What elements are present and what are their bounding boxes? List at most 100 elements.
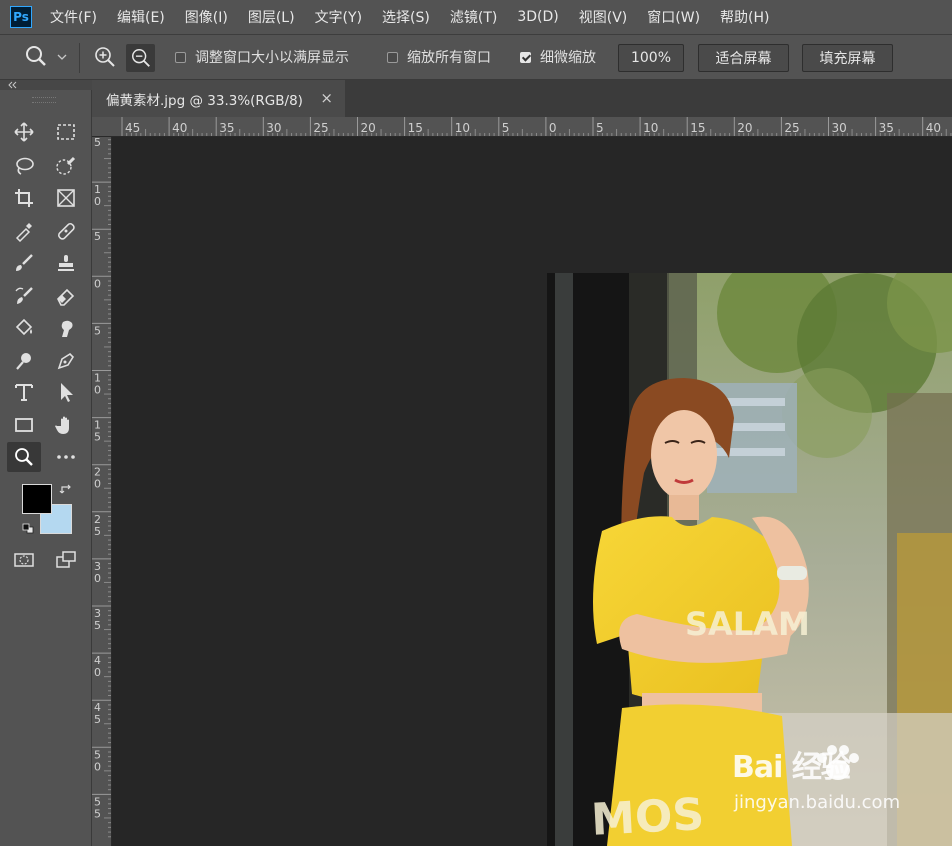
baidu-watermark: Bai 经验 jingyan.baidu.com xyxy=(732,742,952,832)
ruler-label: 10 xyxy=(643,121,658,135)
zoom-in-button[interactable] xyxy=(93,35,117,79)
default-colors-icon[interactable] xyxy=(22,523,36,535)
ruler-label: 25 xyxy=(784,121,799,135)
menu-type[interactable]: 文字(Y) xyxy=(315,7,362,27)
zoom-all-option[interactable]: 缩放所有窗口 xyxy=(387,35,491,79)
quick-selection-icon xyxy=(56,156,76,175)
ruler-label: 30 xyxy=(266,121,281,135)
frame-icon xyxy=(57,189,75,207)
ruler-label: 0 xyxy=(94,760,101,773)
stamp-icon xyxy=(58,255,74,271)
resize-windows-checkbox[interactable] xyxy=(175,51,186,63)
menu-image[interactable]: 图像(I) xyxy=(185,7,228,27)
document-tab-title: 偏黄素材.jpg @ 33.3%(RGB/8) xyxy=(106,92,303,109)
lasso-tool[interactable] xyxy=(7,151,41,181)
move-icon xyxy=(14,122,34,142)
menu-help[interactable]: 帮助(H) xyxy=(720,7,769,27)
crop-tool[interactable] xyxy=(7,183,41,213)
menu-layer[interactable]: 图层(L) xyxy=(248,7,295,27)
fill-screen-button[interactable]: 填充屏幕 xyxy=(802,44,893,72)
resize-windows-option[interactable]: 调整窗口大小以满屏显示 xyxy=(175,35,349,79)
swap-colors-icon[interactable] xyxy=(59,483,75,497)
document-tab[interactable]: 偏黄素材.jpg @ 33.3%(RGB/8) × xyxy=(92,80,345,117)
zoom-out-button[interactable] xyxy=(126,44,155,72)
healing-brush-tool[interactable] xyxy=(49,216,83,246)
zoom-all-checkbox[interactable] xyxy=(387,51,398,63)
scrubby-zoom-checkbox[interactable] xyxy=(520,51,531,63)
marquee-tool[interactable] xyxy=(49,117,83,147)
quick-mask-button[interactable] xyxy=(7,545,41,575)
scrubby-zoom-label: 细微缩放 xyxy=(540,50,596,66)
frame-tool[interactable] xyxy=(49,183,83,213)
canvas-area[interactable]: SALAM MOS Bai 经验 jingyan.baidu.com xyxy=(112,137,952,846)
screen-mode-button[interactable] xyxy=(49,545,83,575)
menu-bar: Ps 文件(F) 编辑(E) 图像(I) 图层(L) 文字(Y) 选择(S) 滤… xyxy=(0,0,952,34)
ruler-label: 0 xyxy=(94,195,101,208)
ruler-label: 5 xyxy=(94,525,101,538)
pen-icon xyxy=(57,352,75,370)
zoom-100-button[interactable]: 100% xyxy=(618,44,684,72)
fit-screen-button[interactable]: 适合屏幕 xyxy=(698,44,789,72)
eyedropper-tool[interactable] xyxy=(7,216,41,246)
zoom-icon xyxy=(15,448,33,466)
crop-icon xyxy=(15,189,33,207)
ruler-label: 5 xyxy=(94,324,101,337)
type-tool[interactable] xyxy=(7,377,41,407)
quick-selection-tool[interactable] xyxy=(49,151,83,181)
zoom-tool[interactable] xyxy=(7,442,41,472)
paint-bucket-icon xyxy=(15,318,33,336)
photoshop-logo: Ps xyxy=(10,6,32,28)
clone-stamp-tool[interactable] xyxy=(49,248,83,278)
paint-bucket-tool[interactable] xyxy=(7,313,41,343)
horizontal-ruler-ticks: 45 40 35 30 25 20 15 10 5 0 5 10 15 20 25 30 35 40 xyxy=(121,117,952,136)
smudge-tool[interactable] xyxy=(49,313,83,343)
more-dots-icon xyxy=(57,455,75,459)
menu-file[interactable]: 文件(F) xyxy=(50,7,97,27)
smudge-finger-icon xyxy=(61,320,73,337)
resize-windows-label: 调整窗口大小以满屏显示 xyxy=(195,50,349,66)
menu-window[interactable]: 窗口(W) xyxy=(647,7,700,27)
menu-filter[interactable]: 滤镜(T) xyxy=(450,7,497,27)
zoom-out-icon xyxy=(131,49,150,67)
path-selection-tool[interactable] xyxy=(49,377,83,407)
horizontal-ruler[interactable]: 45 40 35 30 25 20 15 10 5 0 5 10 15 20 25 30 35 40 xyxy=(92,117,952,137)
tool-preset-picker[interactable] xyxy=(22,35,68,79)
pen-tool[interactable] xyxy=(49,346,83,376)
eraser-icon xyxy=(57,288,75,306)
panel-header[interactable] xyxy=(0,80,92,90)
ruler-label: 15 xyxy=(690,121,705,135)
hand-icon xyxy=(55,416,69,434)
hand-tool[interactable] xyxy=(49,410,83,440)
skirt-print: MOS xyxy=(590,789,705,846)
history-brush-tool[interactable] xyxy=(7,281,41,311)
document-tab-bar: 偏黄素材.jpg @ 33.3%(RGB/8) × xyxy=(92,80,952,117)
lasso-icon xyxy=(16,157,34,175)
zoom-tool-icon xyxy=(26,46,46,66)
scrubby-zoom-option[interactable]: 细微缩放 xyxy=(520,35,596,79)
bandage-icon xyxy=(57,222,75,240)
vertical-ruler[interactable]: 51050510152025303540455055 xyxy=(92,137,112,846)
zoom-all-label: 缩放所有窗口 xyxy=(407,50,491,66)
foreground-color-swatch[interactable] xyxy=(22,484,52,514)
watermark-url: jingyan.baidu.com xyxy=(734,792,901,813)
brush-icon xyxy=(16,254,33,271)
panel-grip[interactable] xyxy=(32,97,56,103)
brush-tool[interactable] xyxy=(7,248,41,278)
screen-mode-icon xyxy=(56,551,76,568)
dodge-tool[interactable] xyxy=(7,346,41,376)
ruler-label: 5 xyxy=(94,431,101,444)
ruler-label: 5 xyxy=(94,807,101,820)
move-tool[interactable] xyxy=(7,117,41,147)
vertical-ruler-ticks: 51050510152025303540455055 xyxy=(92,137,111,838)
history-brush-icon xyxy=(15,287,33,304)
menu-3d[interactable]: 3D(D) xyxy=(517,9,558,25)
close-tab-icon[interactable]: × xyxy=(320,89,333,107)
edit-toolbar-button[interactable] xyxy=(49,442,83,472)
ruler-label: 0 xyxy=(549,121,557,135)
eraser-tool[interactable] xyxy=(49,281,83,311)
menu-edit[interactable]: 编辑(E) xyxy=(117,7,165,27)
rectangle-icon xyxy=(15,418,33,432)
rectangle-tool[interactable] xyxy=(7,410,41,440)
menu-select[interactable]: 选择(S) xyxy=(382,7,430,27)
menu-view[interactable]: 视图(V) xyxy=(579,7,628,27)
